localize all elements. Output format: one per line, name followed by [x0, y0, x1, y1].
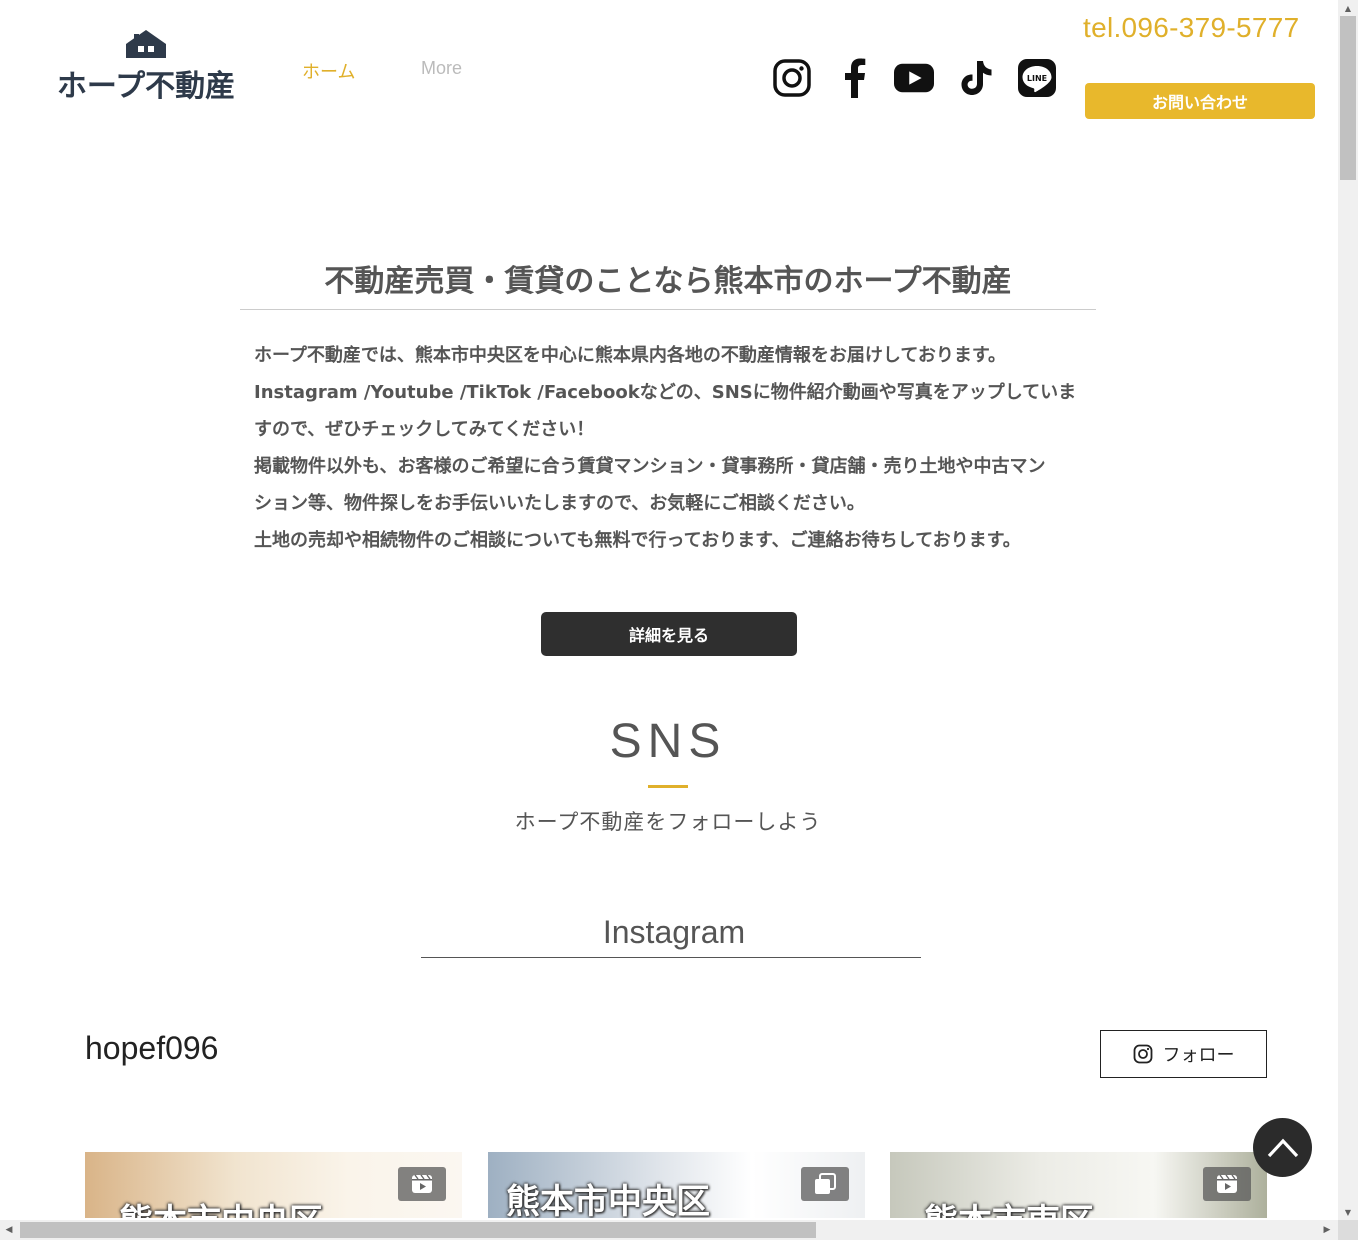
- intro-line: すので、ぜひチェックしてみてください！: [254, 419, 595, 440]
- intro-line: Instagram /Youtube /TikTok /Facebookなどの、…: [254, 382, 1077, 403]
- line-icon[interactable]: LINE: [1017, 56, 1057, 100]
- logo-house-icon: ホープ不動産: [57, 30, 235, 102]
- post-overlay-text: 熊本市中央区: [506, 1182, 710, 1218]
- follow-button[interactable]: フォロー: [1100, 1030, 1267, 1078]
- headline-divider: [240, 309, 1096, 310]
- carousel-icon: [801, 1167, 849, 1201]
- instagram-icon: [1133, 1044, 1152, 1064]
- scrollbar-corner: [1338, 1220, 1358, 1240]
- line-icon-text: LINE: [1027, 74, 1047, 83]
- nav-more[interactable]: More: [421, 58, 462, 79]
- instagram-icon[interactable]: [772, 56, 812, 100]
- instagram-post[interactable]: 熊本市東区: [890, 1152, 1267, 1218]
- instagram-post[interactable]: 熊本市中央区: [85, 1152, 462, 1218]
- scroll-down-arrow-icon[interactable]: ▼: [1338, 1204, 1358, 1220]
- logo[interactable]: ホープ不動産: [54, 28, 238, 102]
- vertical-scrollbar-thumb[interactable]: [1340, 16, 1356, 180]
- follow-label: フォロー: [1162, 1045, 1235, 1066]
- instagram-title-divider: [421, 957, 921, 958]
- youtube-icon[interactable]: [894, 56, 934, 100]
- intro-line: 掲載物件以外も、お客様のご希望に合う賃貸マンション・貸事務所・貸店舗・売り土地や…: [254, 456, 1046, 477]
- intro-text: ホープ不動産では、熊本市中央区を中心に熊本県内各地の不動産情報をお届けしておりま…: [254, 337, 1094, 559]
- reel-icon: [398, 1167, 446, 1201]
- sns-title: SNS: [609, 715, 727, 768]
- intro-line: ション等、物件探しをお手伝いいたしますので、お気軽にご相談ください。: [254, 493, 865, 514]
- reel-icon: [1203, 1167, 1251, 1201]
- intro-line: ホープ不動産では、熊本市中央区を中心に熊本県内各地の不動産情報をお届けしておりま…: [254, 345, 1007, 366]
- tiktok-icon[interactable]: [956, 56, 996, 100]
- sns-title-underline: [648, 785, 688, 788]
- instagram-handle[interactable]: hopef096: [85, 1030, 218, 1067]
- contact-button[interactable]: お問い合わせ: [1085, 83, 1315, 119]
- chevron-up-icon: [1267, 1138, 1298, 1157]
- sns-subtitle: ホープ不動産をフォローしよう: [514, 810, 822, 834]
- back-to-top-button[interactable]: [1253, 1118, 1312, 1177]
- instagram-section-title: Instagram: [602, 914, 746, 950]
- page-headline: 不動産売買・賃貸のことなら熊本市のホープ不動産: [324, 264, 1012, 299]
- detail-button[interactable]: 詳細を見る: [541, 612, 797, 656]
- nav-home[interactable]: ホーム: [302, 58, 355, 84]
- vertical-scrollbar[interactable]: [1338, 0, 1358, 1220]
- post-overlay-text: 熊本市中央区: [119, 1194, 323, 1218]
- scroll-left-arrow-icon[interactable]: ◀: [0, 1220, 18, 1240]
- facebook-icon[interactable]: [834, 56, 874, 100]
- post-overlay-text: 熊本市東区: [924, 1194, 1094, 1218]
- scroll-up-arrow-icon[interactable]: ▲: [1338, 0, 1358, 16]
- instagram-post[interactable]: 熊本市中央区: [488, 1152, 865, 1218]
- intro-line: 土地の売却や相続物件のご相談についても無料で行っております、ご連絡お待ちしており…: [254, 530, 1021, 551]
- tel-link[interactable]: tel.096-379-5777: [1083, 12, 1300, 44]
- logo-text: ホープ不動産: [57, 69, 235, 102]
- scroll-right-arrow-icon[interactable]: ▶: [1318, 1220, 1336, 1240]
- horizontal-scrollbar-thumb[interactable]: [20, 1222, 816, 1238]
